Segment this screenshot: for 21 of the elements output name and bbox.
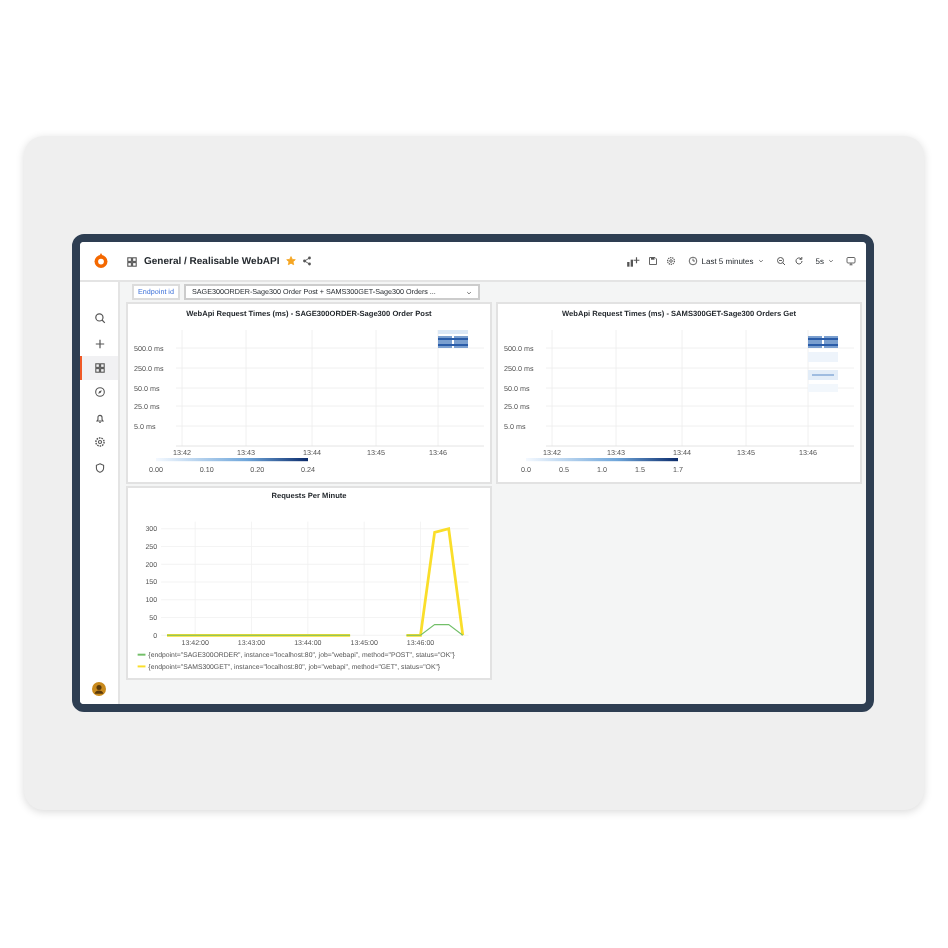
bell-icon [93, 411, 105, 424]
sidebar-item[interactable] [80, 355, 118, 381]
dashboards-icon[interactable] [126, 255, 138, 267]
shield-icon [93, 461, 105, 474]
share-icon[interactable] [301, 256, 312, 266]
zoom-out-icon[interactable] [775, 256, 786, 266]
compass-icon [93, 386, 105, 399]
user-avatar[interactable] [92, 682, 106, 696]
save-icon[interactable] [647, 256, 658, 266]
settings-icon[interactable] [665, 256, 676, 266]
logo-icon[interactable] [91, 252, 109, 270]
settings-icon [93, 436, 105, 449]
add-panel-icon[interactable] [625, 255, 640, 267]
heatmap-drawing [438, 330, 468, 348]
refresh-icon[interactable] [793, 256, 804, 266]
clock-icon [687, 256, 698, 266]
search-icon [93, 312, 105, 325]
dashboards-icon [94, 361, 106, 374]
tv-mode-icon[interactable] [846, 256, 856, 266]
plus-icon [93, 337, 105, 350]
star-icon[interactable] [285, 256, 296, 266]
